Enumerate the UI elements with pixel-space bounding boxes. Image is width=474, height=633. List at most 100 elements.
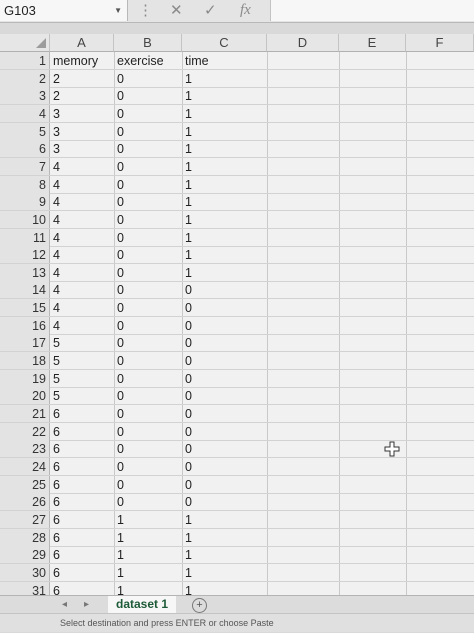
cell-c[interactable]: 1 [182, 211, 267, 229]
cell-c[interactable]: 1 [182, 193, 267, 211]
cell-a[interactable]: 4 [50, 246, 114, 264]
row-header[interactable]: 29 [0, 546, 50, 565]
row-header[interactable]: 13 [0, 263, 50, 282]
select-all-corner[interactable] [0, 34, 50, 52]
cell-b[interactable]: 0 [114, 440, 182, 458]
cell-b[interactable]: 0 [114, 476, 182, 494]
cell-a[interactable]: 3 [50, 105, 114, 123]
cell-a[interactable]: 4 [50, 299, 114, 317]
cell-c[interactable]: 1 [182, 546, 267, 564]
cell-c[interactable]: 0 [182, 370, 267, 388]
cell-b[interactable]: 1 [114, 529, 182, 547]
cell-a[interactable]: 4 [50, 211, 114, 229]
cell-c[interactable]: 0 [182, 281, 267, 299]
cell-b[interactable]: 0 [114, 299, 182, 317]
scroll-tabs-left-icon[interactable]: ◂ [62, 596, 67, 614]
cell-c[interactable]: 1 [182, 87, 267, 105]
cell-c[interactable]: 1 [182, 564, 267, 582]
cell-b[interactable]: 1 [114, 546, 182, 564]
row-header[interactable]: 21 [0, 405, 50, 423]
row-header[interactable]: 27 [0, 510, 50, 529]
cell-a[interactable]: 6 [50, 405, 114, 423]
row-header[interactable]: 6 [0, 140, 50, 159]
cell-c[interactable]: 0 [182, 405, 267, 423]
cell-a[interactable]: 4 [50, 176, 114, 194]
cell-c[interactable]: 0 [182, 352, 267, 370]
cell-a[interactable]: 5 [50, 334, 114, 352]
cell-a[interactable]: 5 [50, 370, 114, 388]
row-header[interactable]: 7 [0, 157, 50, 176]
row-header[interactable]: 18 [0, 352, 50, 371]
name-box[interactable]: G103 ▼ [0, 0, 128, 21]
cell-c[interactable]: 0 [182, 299, 267, 317]
cell-c[interactable]: 1 [182, 264, 267, 282]
cell-a[interactable]: 6 [50, 493, 114, 511]
row-header[interactable]: 25 [0, 475, 50, 494]
chevron-down-icon[interactable]: ▼ [114, 0, 122, 21]
cell-b[interactable]: 0 [114, 352, 182, 370]
row-header[interactable]: 14 [0, 281, 50, 300]
check-icon[interactable]: ✓ [204, 0, 217, 21]
cell-b[interactable]: 0 [114, 70, 182, 88]
column-header-e[interactable]: E [339, 34, 406, 52]
cell-a[interactable]: 6 [50, 476, 114, 494]
cell-b[interactable]: 0 [114, 229, 182, 247]
cell-b[interactable]: 0 [114, 370, 182, 388]
row-header[interactable]: 5 [0, 122, 50, 141]
row-header[interactable]: 28 [0, 528, 50, 547]
cell-c[interactable]: time [182, 52, 267, 70]
column-header-b[interactable]: B [114, 34, 182, 52]
cell-b[interactable]: 0 [114, 246, 182, 264]
cell-c[interactable]: 1 [182, 105, 267, 123]
cell-c[interactable]: 1 [182, 158, 267, 176]
cell-a[interactable]: 3 [50, 123, 114, 141]
row-header[interactable]: 24 [0, 457, 50, 476]
row-header[interactable]: 9 [0, 193, 50, 212]
row-header[interactable]: 2 [0, 69, 50, 88]
cell-b[interactable]: 0 [114, 158, 182, 176]
cell-b[interactable]: 0 [114, 405, 182, 423]
row-header[interactable]: 26 [0, 493, 50, 512]
cell-a[interactable]: 6 [50, 440, 114, 458]
row-header[interactable]: 11 [0, 228, 50, 247]
column-header-f[interactable]: F [406, 34, 474, 52]
cell-b[interactable]: 0 [114, 176, 182, 194]
row-header[interactable]: 3 [0, 87, 50, 106]
cell-b[interactable]: 0 [114, 334, 182, 352]
row-header[interactable]: 17 [0, 334, 50, 353]
cell-b[interactable]: 0 [114, 211, 182, 229]
row-header[interactable]: 19 [0, 369, 50, 388]
cell-c[interactable]: 0 [182, 440, 267, 458]
scroll-tabs-right-icon[interactable]: ▸ [84, 596, 89, 614]
cell-a[interactable]: 6 [50, 529, 114, 547]
cell-b[interactable]: 0 [114, 123, 182, 141]
cell-c[interactable]: 0 [182, 423, 267, 441]
row-header[interactable]: 22 [0, 422, 50, 441]
cell-c[interactable]: 1 [182, 511, 267, 529]
cell-a[interactable]: 6 [50, 546, 114, 564]
cell-b[interactable]: 0 [114, 87, 182, 105]
cell-a[interactable]: 6 [50, 511, 114, 529]
row-header[interactable]: 10 [0, 210, 50, 229]
row-header[interactable]: 1 [0, 52, 50, 70]
cell-c[interactable]: 0 [182, 387, 267, 405]
cell-b[interactable]: 0 [114, 493, 182, 511]
cell-a[interactable]: 2 [50, 87, 114, 105]
cell-c[interactable]: 1 [182, 529, 267, 547]
cell-a[interactable]: 3 [50, 140, 114, 158]
cell-c[interactable]: 0 [182, 334, 267, 352]
cell-b[interactable]: 0 [114, 105, 182, 123]
spreadsheet-grid[interactable]: A B C D E F 1 memory exercise time 2 2 0 1 3 2 0 1 4… [0, 34, 474, 618]
cell-a[interactable]: 4 [50, 193, 114, 211]
cell-c[interactable]: 1 [182, 229, 267, 247]
cell-a[interactable]: 4 [50, 264, 114, 282]
cell-a[interactable]: 6 [50, 423, 114, 441]
cell-b[interactable]: exercise [114, 52, 182, 70]
cell-a[interactable]: 4 [50, 317, 114, 335]
cell-a[interactable]: 4 [50, 229, 114, 247]
cell-b[interactable]: 0 [114, 193, 182, 211]
row-header[interactable]: 8 [0, 175, 50, 194]
column-header-d[interactable]: D [267, 34, 339, 52]
cell-b[interactable]: 0 [114, 264, 182, 282]
cell-c[interactable]: 1 [182, 123, 267, 141]
